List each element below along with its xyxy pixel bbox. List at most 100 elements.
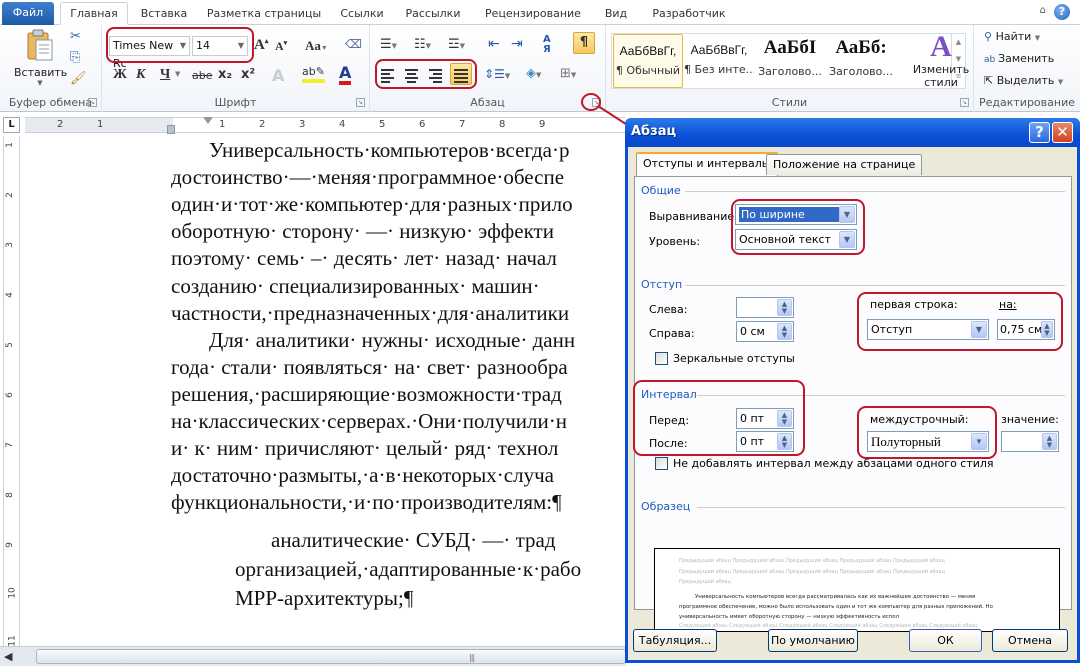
horizontal-scrollbar[interactable]: ◀ ||| [0,646,626,666]
font-launcher-icon[interactable]: ↘ [356,98,365,107]
ruler-number: 9 [539,119,546,130]
left-indent-input[interactable]: ▲ ▼ [736,297,794,318]
italic-button[interactable]: К [136,67,146,83]
spinner-icon[interactable]: ▲ ▼ [777,299,792,316]
scrollbar-thumb[interactable]: ||| [36,649,626,664]
change-case-button[interactable]: Aa▼ [305,38,328,54]
format-painter-icon[interactable]: 🖌 [70,71,87,86]
no-space-same-style-checkbox[interactable] [655,457,668,470]
strikethrough-button[interactable]: abe [192,69,213,82]
style-name: Заголово... [829,65,893,78]
tab-review[interactable]: Рецензирование [478,3,588,25]
document-line: частности,·предназначенных·для·аналитики [171,301,570,325]
spinner-icon[interactable]: ▲ ▼ [777,323,792,340]
paste-dropdown-icon[interactable]: ▼ [14,79,66,87]
dialog-help-button[interactable]: ? [1029,122,1050,143]
bold-button[interactable]: Ж [113,67,127,83]
tab-stop-selector[interactable]: L [3,117,20,133]
group-editing: ⚲ Найти ▼ ab Заменить ⇱ Выделить ▼ Редак… [974,25,1080,112]
tab-file[interactable]: Файл [2,2,54,25]
tab-developer[interactable]: Разработчик [644,3,734,25]
tab-insert[interactable]: Вставка [134,3,194,25]
spinner-icon[interactable]: ▲ ▼ [1042,433,1057,450]
superscript-button[interactable]: x² [241,67,255,82]
preview-prev-line: Предыдущий абзац Предыдущий абзац Предыд… [679,558,945,564]
divider [685,191,1065,192]
document-line: Универсальность·компьютеров·всегда·р [209,138,570,162]
tab-home[interactable]: Главная [60,2,128,25]
ok-button[interactable]: ОК [909,629,982,652]
styles-launcher-icon[interactable]: ↘ [960,98,969,107]
bullets-icon[interactable]: ☰▼ [380,37,397,52]
style-item-no-spacing[interactable]: АаБбВвГг, ¶ Без инте... [684,34,754,88]
multilevel-list-icon[interactable]: ☲▼ [448,37,465,52]
ruler-number: 11 [7,635,18,647]
ruler-number: 5 [379,119,386,130]
select-button[interactable]: ⇱ Выделить ▼ [984,74,1063,87]
dialog-close-button[interactable]: ✕ [1052,122,1073,143]
replace-button[interactable]: ab Заменить [984,52,1054,65]
preview-prev-line: Предыдущий абзац Предыдущий абзац Предыд… [679,569,945,575]
first-line-indent-marker[interactable] [203,117,213,124]
underline-dropdown-icon[interactable]: ▼ [175,70,180,78]
tab-references[interactable]: Ссылки [334,3,390,25]
borders-icon[interactable]: ⊞▼ [560,66,576,81]
tab-mailings[interactable]: Рассылки [398,3,468,25]
ruler-number: 2 [259,119,266,130]
underline-button[interactable]: Ч [160,67,170,83]
shading-icon[interactable]: ◈▼ [526,66,541,81]
style-item-heading1[interactable]: АаБбІ Заголово... [755,34,825,88]
left-indent-marker[interactable] [167,125,175,134]
tabs-button[interactable]: Табуляция... [633,629,717,652]
set-default-button[interactable]: По умолчанию [768,629,858,652]
document-line: года· стали· появляться· на· свет· разно… [171,355,568,379]
horizontal-ruler[interactable]: 2 1 1 2 3 4 5 6 7 8 9 [25,117,625,134]
sort-icon[interactable]: АЯ [543,35,551,55]
show-marks-button[interactable]: ¶ [573,32,595,54]
tab-line-page-breaks[interactable]: Положение на странице [766,154,923,175]
copy-icon[interactable]: ⎘ [70,50,80,65]
style-item-normal[interactable]: АаБбВвГг, ¶ Обычный [613,34,683,88]
mirror-indents-checkbox[interactable] [655,352,668,365]
text-effects-icon[interactable]: A [272,66,284,85]
numbering-icon[interactable]: ☷▼ [414,37,431,52]
line-spacing-icon[interactable]: ⇕☰▼ [484,67,510,81]
dialog-titlebar[interactable]: Абзац ? ✕ [625,118,1080,147]
tab-page-layout[interactable]: Разметка страницы [203,3,325,25]
shrink-font-icon[interactable]: A▾ [275,39,287,54]
subscript-button[interactable]: x₂ [218,67,232,82]
right-indent-input[interactable]: 0 см ▲ ▼ [736,321,794,342]
ruler-number: 3 [299,119,306,130]
style-item-heading2[interactable]: АаБб: Заголово... [826,34,896,88]
ruler-number: 9 [4,542,15,548]
scroll-left-icon[interactable]: ◀ [4,650,12,663]
document-line: организацией,·адаптированные·к·рабо [235,557,582,581]
font-color-icon[interactable]: A [339,65,352,85]
ribbon: Вставить ▼ ✂ ⎘ 🖌 Буфер обмена ↘ Times Ne… [0,25,1080,112]
highlight-icon[interactable]: ab✎ [302,65,325,83]
tab-indents-spacing[interactable]: Отступы и интервалы [636,152,778,176]
decrease-indent-icon[interactable]: ⇤ [488,36,500,52]
minimize-ribbon-icon[interactable]: ⌂ [1040,5,1046,16]
clear-formatting-icon[interactable]: ⌫ [345,37,362,51]
find-button[interactable]: ⚲ Найти ▼ [984,30,1040,43]
document-page[interactable]: Универсальность·компьютеров·всегда·р дос… [171,136,626,648]
tab-view[interactable]: Вид [598,3,634,25]
change-styles-button[interactable]: A Изменить стили [908,31,974,90]
find-label: Найти [995,30,1032,43]
grow-font-icon[interactable]: A▴ [254,37,268,54]
line-spacing-at-input[interactable]: ▲ ▼ [1001,431,1059,452]
clipboard-launcher-icon[interactable]: ↘ [88,98,97,107]
help-icon[interactable]: ? [1054,4,1070,20]
style-sample: АаБбВвГг, [690,43,748,57]
paste-button[interactable]: Вставить ▼ [14,29,67,89]
cut-icon[interactable]: ✂ [70,29,81,44]
vertical-ruler[interactable]: 1 2 3 4 5 6 7 8 9 10 11 [3,136,20,648]
increase-indent-icon[interactable]: ⇥ [511,36,523,52]
ruler-number: 3 [4,242,15,248]
cancel-button[interactable]: Отмена [992,629,1068,652]
document-line: и· к· ним· причисляют· целый· ряд· техно… [171,436,559,460]
replace-label: Заменить [998,52,1055,65]
ruler-number: 1 [97,119,104,130]
style-name: ¶ Без инте... [684,63,754,76]
